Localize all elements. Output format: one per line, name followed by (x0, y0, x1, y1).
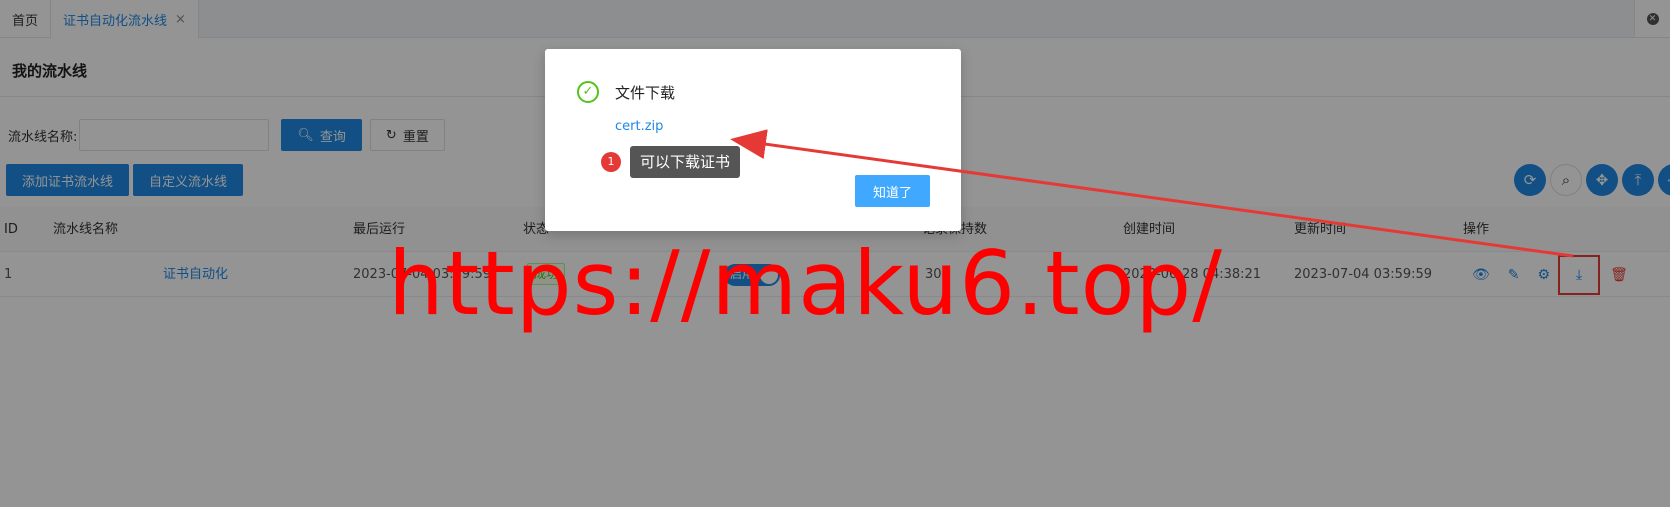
watermark-text: https://maku6.top/ (388, 232, 1223, 335)
